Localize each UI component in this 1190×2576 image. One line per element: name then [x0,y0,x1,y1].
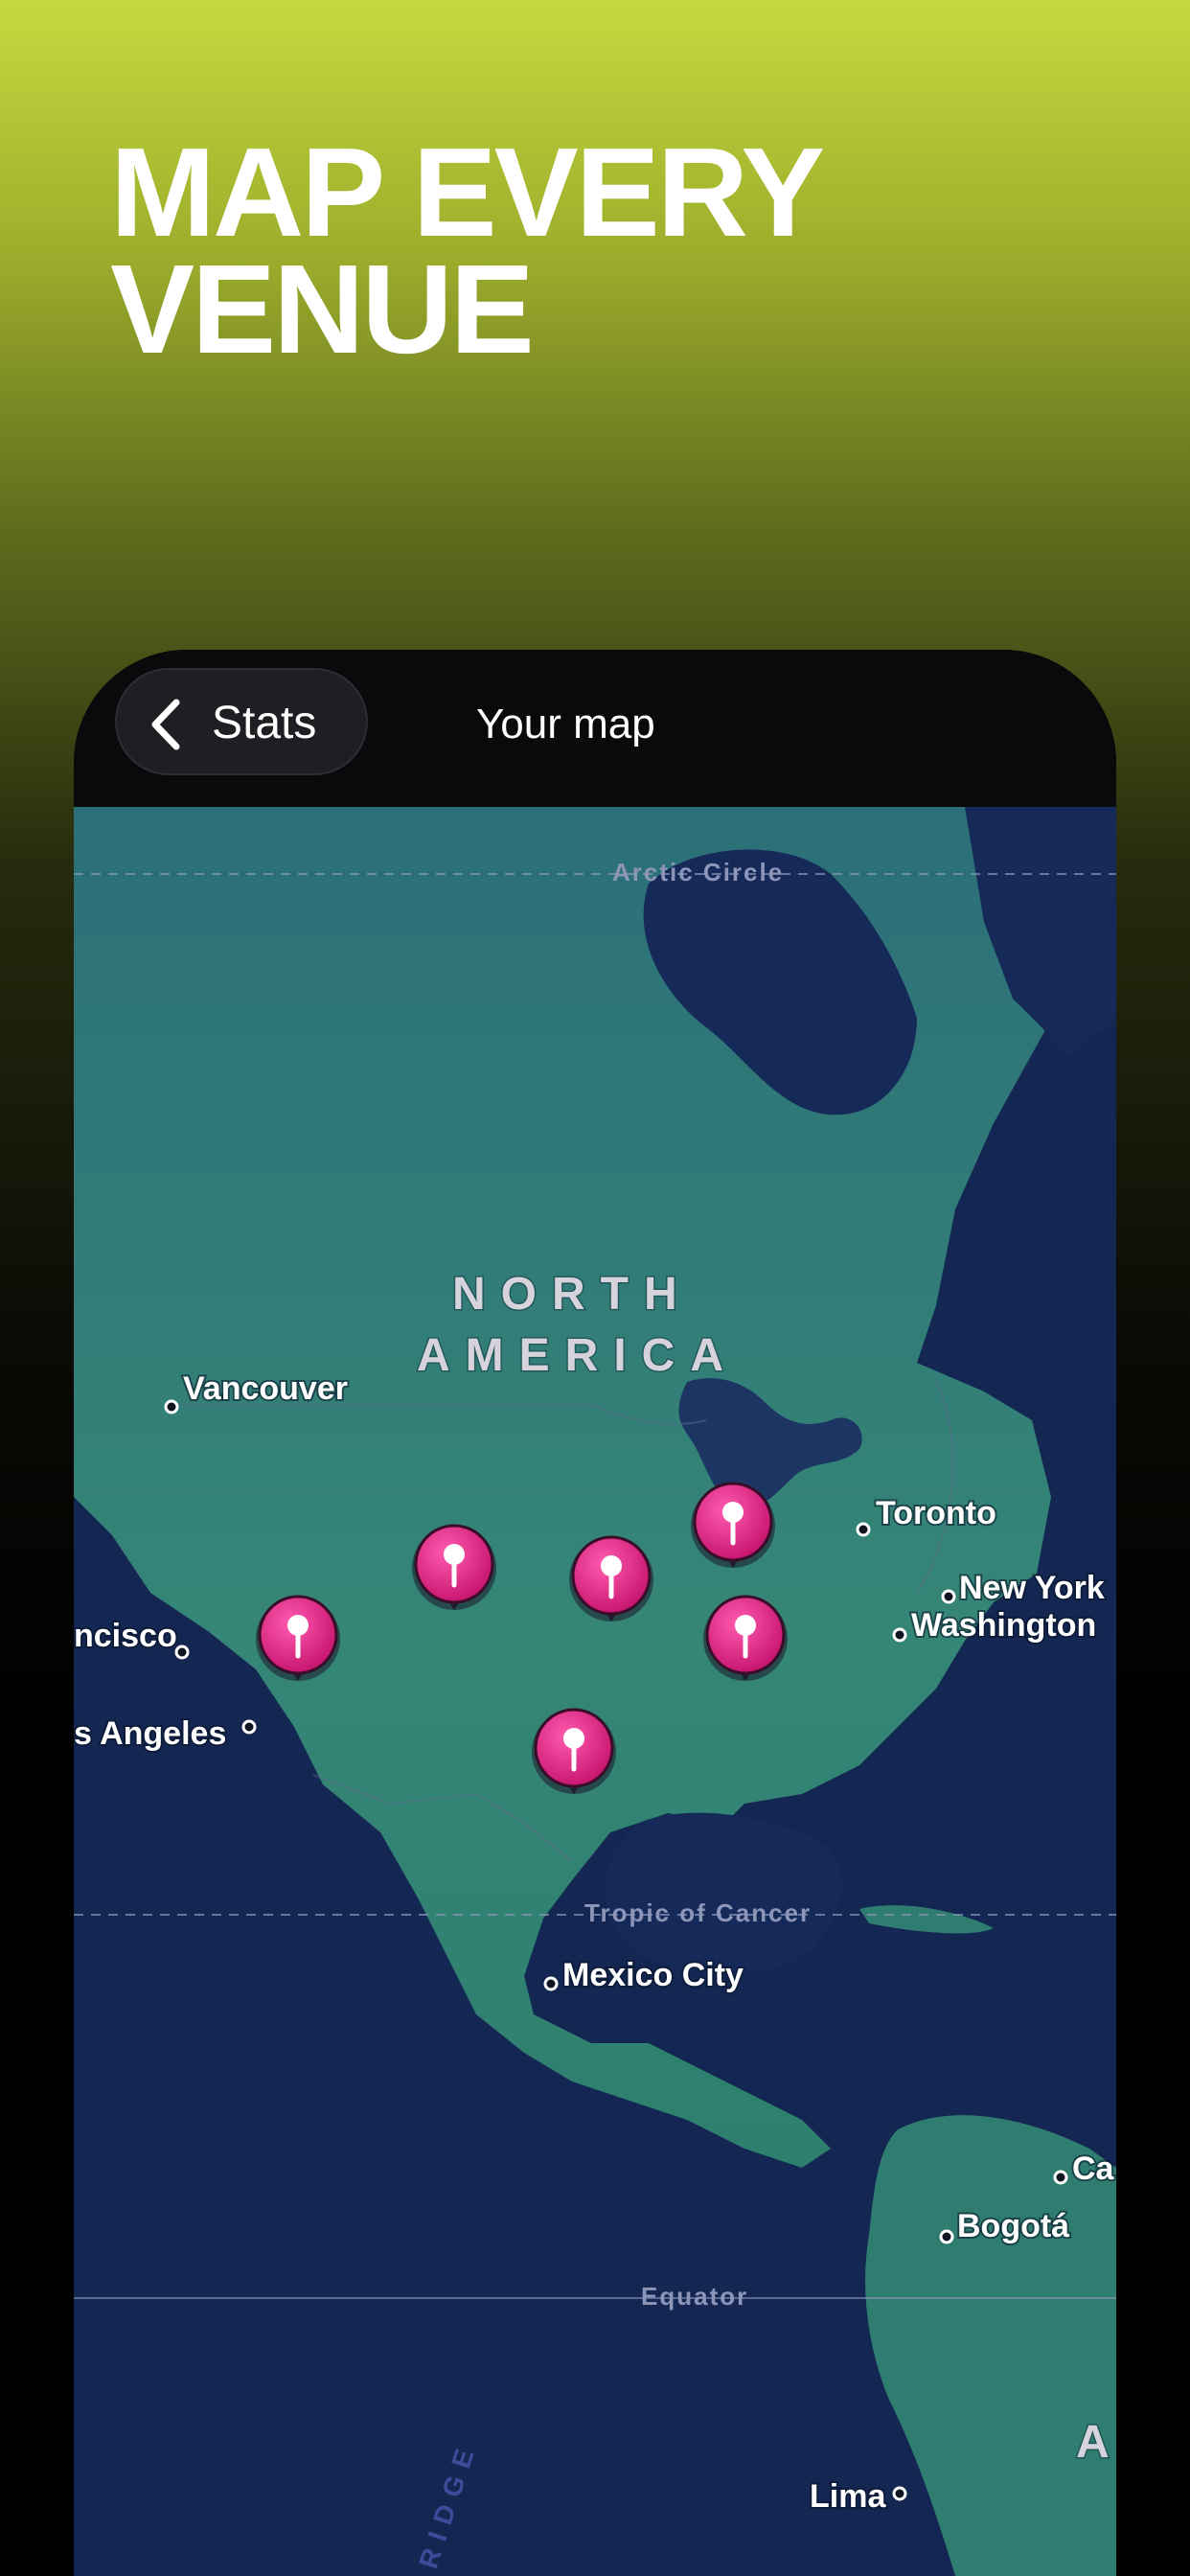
city-label-new-york: New York [959,1570,1105,1606]
phone-frame: Stats Your map Arctic Circle Tropic of C… [74,650,1116,2576]
region-label-edge: A [1076,2417,1110,2468]
equator-label: Equator [641,2282,748,2311]
arctic-circle-label: Arctic Circle [612,858,784,886]
tropic-of-cancer-label: Tropic of Cancer [584,1898,812,1927]
venue-pin[interactable] [569,1535,653,1622]
venue-pin[interactable] [256,1595,340,1681]
city-label-washington: Washington [911,1607,1096,1644]
headline-line-2: VENUE [110,239,535,380]
region-label-north: NORTH [452,1269,693,1320]
city-label-toronto: Toronto [876,1495,996,1531]
page-title: Your map [476,701,655,748]
navigation-bar: Stats Your map [74,650,1116,807]
map-canvas[interactable]: Arctic Circle Tropic of Cancer Equator N… [74,807,1116,2576]
city-label-vancouver: Vancouver [183,1370,348,1407]
city-label-los-angeles: s Angeles [74,1715,226,1752]
headline-line-1: MAP EVERY [110,122,825,263]
back-button[interactable]: Stats [115,668,368,775]
city-label-san-francisco: ncisco [74,1618,177,1654]
back-button-label: Stats [212,698,317,748]
chevron-left-icon [151,699,180,750]
gulf-of-mexico [605,1812,842,1975]
city-label-mexico-city: Mexico City [562,1957,744,1993]
city-label-caracas: Ca [1072,2150,1115,2187]
venue-pin[interactable] [412,1524,496,1610]
headline: MAP EVERY VENUE [110,122,1068,380]
map-view[interactable]: Arctic Circle Tropic of Cancer Equator N… [74,807,1116,2576]
region-label-america: AMERICA [417,1330,739,1381]
venue-pin[interactable] [703,1595,788,1681]
city-label-bogota: Bogotá [957,2208,1069,2244]
city-label-lima: Lima [810,2478,886,2515]
venue-pin[interactable] [532,1708,616,1794]
venue-pin[interactable] [691,1482,775,1568]
